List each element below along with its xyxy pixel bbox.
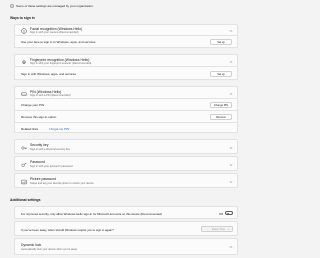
facial-recognition-setup-row: Use your face to sign in to Windows, app… [14,36,238,48]
pin-icon [21,91,27,97]
chevron-down-icon[interactable] [229,180,233,184]
password-title: Password [30,160,45,165]
sign-in-again-value: Every Time [212,228,225,232]
hello-only-text: For improved security, only allow Window… [21,211,162,216]
picture-icon [21,179,27,185]
related-links-label: Related links [21,126,39,131]
facial-recognition-detail: Use your face to sign in to Windows, app… [21,40,96,45]
security-key-card[interactable]: Security key Sign in with a physical sec… [14,139,238,154]
chevron-up-icon[interactable] [229,29,233,33]
face-icon [21,28,27,34]
change-pin-button[interactable]: Change PIN [210,102,232,108]
hello-only-card: For improved security, only allow Window… [14,206,238,219]
dynamic-lock-title: Dynamic lock [21,243,42,247]
dynamic-lock-subtitle: Automatically lock your device when you'… [21,247,78,251]
chevron-down-icon[interactable] [229,146,233,150]
chevron-down-icon[interactable] [229,163,233,167]
related-links-row: Related links I forgot my PIN [14,123,238,133]
picture-password-card[interactable]: Picture password Swipe and tap your favo… [14,173,238,188]
picture-password-subtitle: Swipe and tap your favorite photo to unl… [30,181,94,185]
picture-password-title: Picture password [30,177,57,182]
pin-change-label: Change your PIN [21,103,45,108]
forgot-pin-link[interactable]: I forgot my PIN [49,127,69,131]
fingerprint-setup-row: Sign in with Windows, apps, and services… [14,67,238,80]
chevron-up-icon[interactable] [229,60,233,64]
security-key-title: Security key [30,143,49,148]
hello-only-toggle[interactable] [225,211,233,216]
facial-setup-button[interactable]: Set up [210,39,232,45]
chevron-up-icon[interactable] [229,92,233,96]
info-icon [10,3,14,8]
key-icon [21,145,27,151]
fingerprint-card[interactable]: Fingerprint recognition (Windows Hello) … [14,54,238,67]
pin-remove-label: Remove this sign-in option [21,115,57,120]
password-subtitle: Sign in with your account's password [30,164,73,168]
sign-in-again-dropdown[interactable]: Every Time [201,226,233,233]
hello-only-toggle-label: Off [219,211,223,216]
dynamic-lock-card[interactable]: Dynamic lock Automatically lock your dev… [14,238,238,255]
fingerprint-setup-button[interactable]: Set up [210,70,232,77]
fingerprint-icon [21,59,27,65]
ways-to-sign-in-heading: Ways to sign in [10,16,35,20]
fingerprint-detail: Sign in with Windows, apps, and services [21,71,77,76]
security-key-subtitle: Sign in with a physical security key [30,147,70,151]
toggle-knob [227,212,230,216]
password-icon [21,162,27,168]
sign-in-again-text: If you've been away, when should Windows… [21,227,114,232]
chevron-up-icon[interactable] [229,245,233,249]
sign-in-again-card: If you've been away, when should Windows… [14,221,238,236]
fingerprint-subtitle: Sign in with your fingerprint scanner (R… [30,61,92,65]
managed-banner: Some of these settings are managed by yo… [10,3,210,9]
additional-settings-heading: Additional settings [10,198,41,202]
managed-banner-text: Some of these settings are managed by yo… [16,3,94,8]
chevron-down-icon [227,228,230,233]
facial-recognition-card[interactable]: Facial recognition (Windows Hello) Sign … [14,24,238,36]
facial-recognition-subtitle: Sign in with your camera (Recommended) [30,31,79,35]
pin-remove-row: Remove this sign-in option Remove [14,111,238,123]
remove-pin-button[interactable]: Remove [210,114,232,120]
password-card[interactable]: Password Sign in with your account's pas… [14,156,238,171]
pin-card[interactable]: PIN (Windows Hello) Sign in with a PIN (… [14,86,238,99]
pin-subtitle: Sign in with a PIN (Recommended) [30,93,71,97]
pin-change-row: Change your PIN Change PIN [14,99,238,111]
